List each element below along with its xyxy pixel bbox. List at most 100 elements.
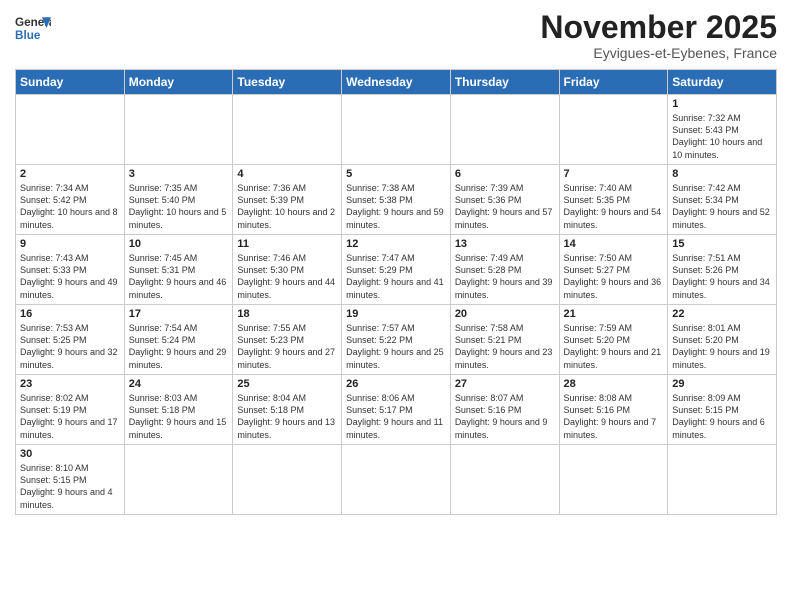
day-number: 26 bbox=[346, 378, 446, 390]
logo: General Blue bbox=[15, 10, 51, 46]
table-row bbox=[124, 95, 233, 165]
table-row: 18 Sunrise: 7:55 AM Sunset: 5:23 PM Dayli… bbox=[233, 305, 342, 375]
table-row: 27 Sunrise: 8:07 AM Sunset: 5:16 PM Dayli… bbox=[450, 375, 559, 445]
day-number: 27 bbox=[455, 378, 555, 390]
table-row bbox=[559, 445, 668, 515]
day-number: 5 bbox=[346, 168, 446, 180]
day-info: Sunrise: 7:57 AM Sunset: 5:22 PM Dayligh… bbox=[346, 322, 446, 371]
day-info: Sunrise: 7:42 AM Sunset: 5:34 PM Dayligh… bbox=[672, 182, 772, 231]
page: General Blue November 2025 Eyvigues-et-E… bbox=[0, 0, 792, 612]
day-number: 30 bbox=[20, 448, 120, 460]
day-number: 29 bbox=[672, 378, 772, 390]
day-info: Sunrise: 7:45 AM Sunset: 5:31 PM Dayligh… bbox=[129, 252, 229, 301]
day-info: Sunrise: 7:43 AM Sunset: 5:33 PM Dayligh… bbox=[20, 252, 120, 301]
table-row: 8 Sunrise: 7:42 AM Sunset: 5:34 PM Daylig… bbox=[668, 165, 777, 235]
logo-icon: General Blue bbox=[15, 10, 51, 46]
table-row: 28Sunrise: 8:08 AM Sunset: 5:16 PM Dayli… bbox=[559, 375, 668, 445]
day-number: 18 bbox=[237, 308, 337, 320]
day-info: Sunrise: 8:02 AM Sunset: 5:19 PM Dayligh… bbox=[20, 392, 120, 441]
day-number: 10 bbox=[129, 238, 229, 250]
day-info: Sunrise: 7:54 AM Sunset: 5:24 PM Dayligh… bbox=[129, 322, 229, 371]
table-row: 24Sunrise: 8:03 AM Sunset: 5:18 PM Dayli… bbox=[124, 375, 233, 445]
day-info: Sunrise: 7:34 AM Sunset: 5:42 PM Dayligh… bbox=[20, 182, 120, 231]
table-row: 11Sunrise: 7:46 AM Sunset: 5:30 PM Dayli… bbox=[233, 235, 342, 305]
day-number: 14 bbox=[564, 238, 664, 250]
day-number: 1 bbox=[672, 98, 772, 110]
week-row-5: 30 Sunrise: 8:10 AM Sunset: 5:15 PM Dayli… bbox=[16, 445, 777, 515]
day-info: Sunrise: 8:06 AM Sunset: 5:17 PM Dayligh… bbox=[346, 392, 446, 441]
header-row: Sunday Monday Tuesday Wednesday Thursday… bbox=[16, 70, 777, 95]
day-info: Sunrise: 7:53 AM Sunset: 5:25 PM Dayligh… bbox=[20, 322, 120, 371]
col-sunday: Sunday bbox=[16, 70, 125, 95]
day-info: Sunrise: 7:50 AM Sunset: 5:27 PM Dayligh… bbox=[564, 252, 664, 301]
day-info: Sunrise: 8:08 AM Sunset: 5:16 PM Dayligh… bbox=[564, 392, 664, 441]
day-number: 23 bbox=[20, 378, 120, 390]
svg-text:Blue: Blue bbox=[15, 29, 41, 42]
location: Eyvigues-et-Eybenes, France bbox=[540, 45, 777, 61]
day-info: Sunrise: 7:38 AM Sunset: 5:38 PM Dayligh… bbox=[346, 182, 446, 231]
day-number: 7 bbox=[564, 168, 664, 180]
table-row: 29Sunrise: 8:09 AM Sunset: 5:15 PM Dayli… bbox=[668, 375, 777, 445]
header: General Blue November 2025 Eyvigues-et-E… bbox=[15, 10, 777, 61]
day-info: Sunrise: 7:32 AM Sunset: 5:43 PM Dayligh… bbox=[672, 112, 772, 161]
day-number: 11 bbox=[237, 238, 337, 250]
table-row: 2Sunrise: 7:34 AM Sunset: 5:42 PM Daylig… bbox=[16, 165, 125, 235]
table-row bbox=[233, 95, 342, 165]
table-row bbox=[342, 95, 451, 165]
table-row: 3 Sunrise: 7:35 AM Sunset: 5:40 PM Daylig… bbox=[124, 165, 233, 235]
day-info: Sunrise: 7:59 AM Sunset: 5:20 PM Dayligh… bbox=[564, 322, 664, 371]
week-row-4: 23 Sunrise: 8:02 AM Sunset: 5:19 PM Dayli… bbox=[16, 375, 777, 445]
day-info: Sunrise: 7:51 AM Sunset: 5:26 PM Dayligh… bbox=[672, 252, 772, 301]
calendar-table: Sunday Monday Tuesday Wednesday Thursday… bbox=[15, 69, 777, 515]
day-info: Sunrise: 8:10 AM Sunset: 5:15 PM Dayligh… bbox=[20, 462, 120, 511]
col-friday: Friday bbox=[559, 70, 668, 95]
day-info: Sunrise: 7:36 AM Sunset: 5:39 PM Dayligh… bbox=[237, 182, 337, 231]
day-number: 21 bbox=[564, 308, 664, 320]
day-info: Sunrise: 7:47 AM Sunset: 5:29 PM Dayligh… bbox=[346, 252, 446, 301]
table-row: 13Sunrise: 7:49 AM Sunset: 5:28 PM Dayli… bbox=[450, 235, 559, 305]
table-row: 19 Sunrise: 7:57 AM Sunset: 5:22 PM Dayli… bbox=[342, 305, 451, 375]
day-number: 15 bbox=[672, 238, 772, 250]
table-row: 14 Sunrise: 7:50 AM Sunset: 5:27 PM Dayli… bbox=[559, 235, 668, 305]
col-monday: Monday bbox=[124, 70, 233, 95]
day-info: Sunrise: 8:03 AM Sunset: 5:18 PM Dayligh… bbox=[129, 392, 229, 441]
day-number: 8 bbox=[672, 168, 772, 180]
day-info: Sunrise: 7:55 AM Sunset: 5:23 PM Dayligh… bbox=[237, 322, 337, 371]
table-row: 23 Sunrise: 8:02 AM Sunset: 5:19 PM Dayli… bbox=[16, 375, 125, 445]
col-saturday: Saturday bbox=[668, 70, 777, 95]
table-row: 6 Sunrise: 7:39 AM Sunset: 5:36 PM Daylig… bbox=[450, 165, 559, 235]
month-title: November 2025 bbox=[540, 10, 777, 45]
table-row: 30 Sunrise: 8:10 AM Sunset: 5:15 PM Dayli… bbox=[16, 445, 125, 515]
title-block: November 2025 Eyvigues-et-Eybenes, Franc… bbox=[540, 10, 777, 61]
day-number: 22 bbox=[672, 308, 772, 320]
table-row: 15 Sunrise: 7:51 AM Sunset: 5:26 PM Dayli… bbox=[668, 235, 777, 305]
day-number: 16 bbox=[20, 308, 120, 320]
week-row-2: 9Sunrise: 7:43 AM Sunset: 5:33 PM Daylig… bbox=[16, 235, 777, 305]
table-row bbox=[124, 445, 233, 515]
table-row: 5 Sunrise: 7:38 AM Sunset: 5:38 PM Daylig… bbox=[342, 165, 451, 235]
day-info: Sunrise: 7:39 AM Sunset: 5:36 PM Dayligh… bbox=[455, 182, 555, 231]
day-info: Sunrise: 7:58 AM Sunset: 5:21 PM Dayligh… bbox=[455, 322, 555, 371]
day-number: 19 bbox=[346, 308, 446, 320]
table-row bbox=[233, 445, 342, 515]
table-row: 22Sunrise: 8:01 AM Sunset: 5:20 PM Dayli… bbox=[668, 305, 777, 375]
table-row: 21 Sunrise: 7:59 AM Sunset: 5:20 PM Dayli… bbox=[559, 305, 668, 375]
week-row-1: 2Sunrise: 7:34 AM Sunset: 5:42 PM Daylig… bbox=[16, 165, 777, 235]
table-row bbox=[342, 445, 451, 515]
day-info: Sunrise: 8:07 AM Sunset: 5:16 PM Dayligh… bbox=[455, 392, 555, 441]
day-number: 3 bbox=[129, 168, 229, 180]
table-row bbox=[450, 445, 559, 515]
table-row: 7Sunrise: 7:40 AM Sunset: 5:35 PM Daylig… bbox=[559, 165, 668, 235]
day-number: 13 bbox=[455, 238, 555, 250]
table-row bbox=[450, 95, 559, 165]
col-thursday: Thursday bbox=[450, 70, 559, 95]
day-number: 20 bbox=[455, 308, 555, 320]
table-row: 12Sunrise: 7:47 AM Sunset: 5:29 PM Dayli… bbox=[342, 235, 451, 305]
day-info: Sunrise: 8:04 AM Sunset: 5:18 PM Dayligh… bbox=[237, 392, 337, 441]
table-row: 10 Sunrise: 7:45 AM Sunset: 5:31 PM Dayli… bbox=[124, 235, 233, 305]
table-row: 26 Sunrise: 8:06 AM Sunset: 5:17 PM Dayli… bbox=[342, 375, 451, 445]
col-wednesday: Wednesday bbox=[342, 70, 451, 95]
day-number: 6 bbox=[455, 168, 555, 180]
day-info: Sunrise: 7:35 AM Sunset: 5:40 PM Dayligh… bbox=[129, 182, 229, 231]
table-row: 25Sunrise: 8:04 AM Sunset: 5:18 PM Dayli… bbox=[233, 375, 342, 445]
